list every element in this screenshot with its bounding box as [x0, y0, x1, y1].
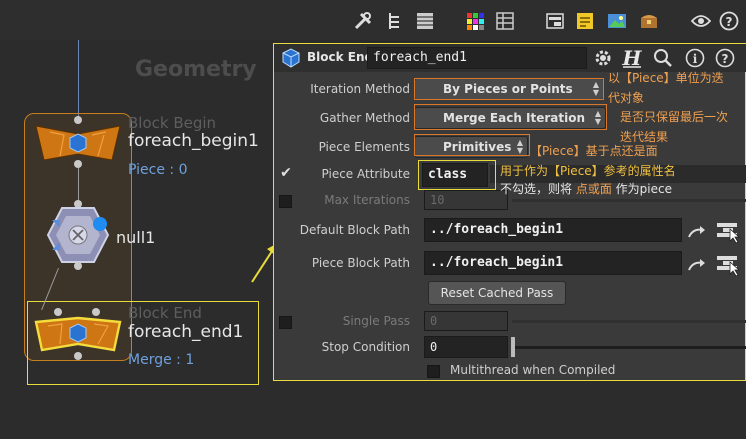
note-icon[interactable]	[574, 10, 596, 32]
houdini-help-icon[interactable]: H	[620, 46, 644, 70]
node-name-field[interactable]: foreach_end1	[367, 47, 587, 69]
wrench-icon[interactable]	[352, 10, 374, 32]
block-end-merge-status: Merge : 1	[128, 352, 195, 368]
default-block-path-label: Default Block Path	[299, 223, 410, 237]
search-icon[interactable]	[652, 47, 674, 69]
block-end-type-icon	[280, 48, 302, 68]
stop-condition-field[interactable]: 0	[424, 336, 508, 358]
svg-text:?: ?	[726, 15, 733, 29]
gather-method-note-1: 是否只保留最后一次	[620, 110, 729, 124]
block-end-node[interactable]	[34, 316, 122, 352]
default-block-path-field[interactable]: ../foreach_begin1	[424, 218, 682, 242]
piece-elements-annotation-box	[414, 134, 530, 156]
multithread-label: Multithread when Compiled	[450, 363, 616, 377]
tree-icon[interactable]	[384, 10, 406, 32]
jump-arrow-icon[interactable]	[686, 222, 708, 242]
gather-method-label: Gather Method	[319, 111, 410, 125]
attr-note-2b: 点或面	[575, 182, 612, 196]
list-icon[interactable]	[414, 10, 436, 32]
table-icon[interactable]	[494, 10, 516, 32]
context-label: Geometry	[135, 57, 257, 82]
block-begin-input-connector[interactable]	[74, 116, 82, 124]
piece-attribute-label: Piece Attribute	[321, 167, 410, 181]
piece-attribute-note-1: 用于作为【Piece】参考的属性名	[500, 164, 676, 178]
input-wire	[78, 40, 79, 120]
block-begin-type-label: Block Begin	[128, 114, 217, 132]
block-end-input-connector-1[interactable]	[54, 308, 62, 316]
pane-toolbar: ?	[0, 0, 746, 40]
single-pass-field[interactable]: 0	[424, 311, 508, 331]
block-end-type-label: Block End	[128, 304, 202, 322]
stop-condition-slider[interactable]	[512, 346, 746, 349]
null-node[interactable]	[46, 206, 110, 264]
null-output-connector[interactable]	[74, 262, 82, 270]
help-icon[interactable]: ?	[718, 10, 740, 32]
info-icon[interactable]: i	[684, 47, 706, 69]
node-type-label: Block End	[307, 50, 374, 64]
piece-block-path-field[interactable]: ../foreach_begin1	[424, 251, 682, 275]
piece-attribute-annotation-box	[418, 160, 496, 190]
chest-icon[interactable]	[638, 10, 660, 32]
multithread-checkbox[interactable]	[427, 365, 440, 378]
houdini-window: ? Geometry Block Begin foreach_begin1 Pi…	[0, 0, 746, 439]
block-end-output-connector[interactable]	[74, 352, 82, 360]
block-begin-output-connector[interactable]	[74, 160, 82, 168]
attr-note-2a: 不勾选，则将	[500, 182, 576, 196]
reset-cached-pass-button[interactable]: Reset Cached Pass	[428, 281, 566, 305]
node-chooser-icon[interactable]	[716, 252, 742, 276]
node-chooser-icon[interactable]	[716, 219, 742, 243]
eye-icon[interactable]	[690, 10, 712, 32]
block-begin-node-name[interactable]: foreach_begin1	[128, 131, 259, 151]
block-begin-node[interactable]	[34, 124, 122, 162]
null-node-name[interactable]: null1	[116, 228, 155, 247]
max-iterations-slider[interactable]	[512, 199, 746, 202]
panel-header: Block End foreach_end1 H i ?	[274, 44, 746, 72]
piece-block-path-label: Piece Block Path	[311, 256, 410, 270]
iteration-method-note-1: 以【Piece】单位为迭	[608, 71, 724, 85]
gather-method-annotation-box	[414, 104, 607, 130]
color-grid-icon[interactable]	[464, 10, 486, 32]
stop-condition-label: Stop Condition	[321, 340, 410, 354]
block-end-input-connector-2[interactable]	[92, 308, 100, 316]
gear-icon[interactable]	[592, 47, 614, 69]
max-iterations-label: Max Iterations	[324, 193, 410, 207]
piece-elements-label: Piece Elements	[318, 140, 410, 154]
attr-note-2c: 作为piece	[611, 182, 672, 196]
panel-icon[interactable]	[544, 10, 566, 32]
stop-condition-slider-handle[interactable]	[511, 337, 515, 357]
iteration-method-label: Iteration Method	[310, 82, 410, 96]
help-question-icon[interactable]: ?	[714, 47, 736, 69]
piece-elements-note: 【Piece】基于点还是面	[530, 144, 658, 158]
max-iterations-field[interactable]: 10	[424, 190, 508, 210]
image-icon[interactable]	[606, 10, 628, 32]
piece-attribute-note-2: 不勾选，则将 点或面 作为piece	[500, 180, 672, 197]
svg-text:?: ?	[722, 52, 729, 66]
single-pass-slider[interactable]	[512, 320, 746, 323]
iteration-method-note-2: 代对象	[608, 91, 645, 105]
single-pass-label: Single Pass	[342, 314, 410, 328]
iteration-method-annotation-box	[414, 78, 604, 100]
block-end-node-name[interactable]: foreach_end1	[128, 322, 243, 342]
svg-text:i: i	[693, 52, 698, 66]
jump-arrow-icon[interactable]	[686, 255, 708, 275]
block-begin-piece-status: Piece : 0	[128, 162, 188, 178]
